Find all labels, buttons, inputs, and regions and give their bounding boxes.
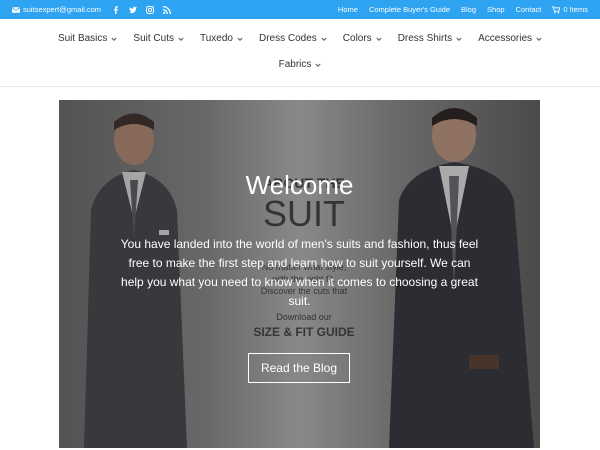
top-link-buyers-guide[interactable]: Complete Buyer's Guide (369, 5, 450, 14)
nav-item-accessories[interactable]: Accessories (470, 33, 550, 44)
envelope-icon (12, 6, 20, 13)
chevron-down-icon (315, 63, 322, 67)
nav-item-label: Fabrics (278, 59, 312, 70)
top-link-contact[interactable]: Contact (516, 5, 542, 14)
nav-item-suit-cuts[interactable]: Suit Cuts (125, 33, 192, 44)
nav-item-label: Colors (342, 33, 372, 44)
instagram-icon[interactable] (146, 5, 155, 14)
cart-link[interactable]: 0 Items (552, 5, 588, 14)
chevron-down-icon (321, 37, 327, 41)
nav-item-label: Tuxedo (199, 33, 233, 44)
chevron-down-icon (536, 37, 542, 41)
nav-item-label: Suit Basics (57, 33, 108, 44)
twitter-icon[interactable] (129, 6, 138, 14)
top-links: Home Complete Buyer's Guide Blog Shop Co… (338, 5, 588, 14)
nav-item-fabrics[interactable]: Fabrics (271, 59, 330, 70)
cart-icon (552, 5, 561, 13)
read-blog-button[interactable]: Read the Blog (248, 353, 350, 383)
nav-item-label: Dress Shirts (397, 33, 453, 44)
rss-icon[interactable] (163, 5, 172, 14)
chevron-down-icon (178, 37, 184, 41)
nav-item-dress-shirts[interactable]: Dress Shirts (390, 33, 470, 44)
chevron-down-icon (237, 37, 243, 41)
cart-count: 0 Items (563, 5, 588, 14)
top-link-blog[interactable]: Blog (461, 5, 476, 14)
hero-description: You have landed into the world of men's … (120, 237, 479, 308)
nav-item-tuxedo[interactable]: Tuxedo (192, 33, 251, 44)
nav-item-suit-basics[interactable]: Suit Basics (50, 33, 125, 44)
chevron-down-icon (456, 37, 462, 41)
chevron-down-icon (111, 37, 118, 41)
top-link-home[interactable]: Home (338, 5, 358, 14)
nav-item-colors[interactable]: Colors (335, 33, 390, 44)
top-bar: suitsexpert@gmail.com Home Complete Buye… (0, 0, 600, 19)
hero-section: ABOUT THE SUIT No matter what style, wit… (59, 100, 540, 448)
social-links (112, 5, 172, 14)
email-text: suitsexpert@gmail.com (23, 5, 102, 14)
top-link-shop[interactable]: Shop (487, 5, 505, 14)
facebook-icon[interactable] (112, 5, 120, 14)
hero-title: Welcome (245, 170, 354, 200)
email-link[interactable]: suitsexpert@gmail.com (12, 5, 101, 14)
chevron-down-icon (376, 37, 382, 41)
nav-row: Fabrics (0, 59, 600, 70)
nav-item-dress-codes[interactable]: Dress Codes (251, 33, 335, 44)
nav-item-label: Dress Codes (258, 33, 317, 44)
nav-row: Suit Basics Suit Cuts Tuxedo Dress Codes… (0, 33, 600, 44)
nav-item-label: Suit Cuts (133, 33, 174, 44)
main-nav: Suit Basics Suit Cuts Tuxedo Dress Codes… (0, 19, 600, 87)
nav-item-label: Accessories (478, 33, 533, 44)
